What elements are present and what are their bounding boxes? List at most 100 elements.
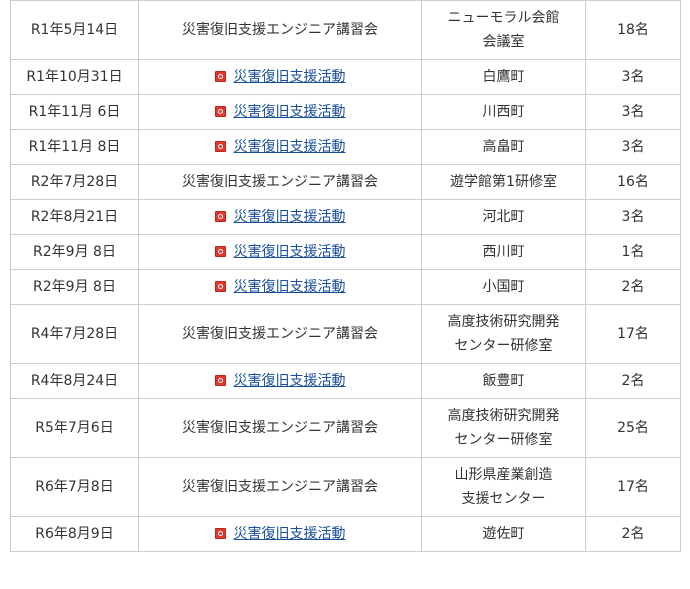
- activity-report-link[interactable]: 災害復旧支援活動: [234, 279, 346, 295]
- pdf-file-icon: [214, 71, 226, 82]
- activity-cell: 災害復旧支援エンジニア講習会: [138, 457, 422, 517]
- place-line: 西川町: [482, 244, 525, 260]
- place-cell: 川西町: [421, 94, 586, 130]
- place-line: 小国町: [482, 279, 525, 295]
- table-row: R1年11月 6日 災害復旧支援活動 川西町 3名: [10, 94, 681, 130]
- table-row: R4年8月24日 災害復旧支援活動 飯豊町 2名: [10, 363, 681, 399]
- table-row: R1年11月 8日 災害復旧支援活動 高畠町 3名: [10, 129, 681, 165]
- participant-count-cell: 18名: [585, 0, 681, 60]
- place-cell: 遊佐町: [421, 516, 586, 552]
- pdf-file-icon: [214, 246, 226, 257]
- place-line: 飯豊町: [482, 373, 525, 389]
- activity-records-table: R1年5月14日 災害復旧支援エンジニア講習会 ニューモラル会館 会議室 18名 R1年1…: [10, 0, 681, 552]
- place-line: 山形県産業創造: [454, 467, 553, 483]
- date-cell: R1年11月 6日: [10, 94, 139, 130]
- date-cell: R1年5月14日: [10, 0, 139, 60]
- participant-count-cell: 2名: [585, 363, 681, 399]
- activity-label: 災害復旧支援エンジニア講習会: [182, 22, 378, 38]
- table-row: R1年5月14日 災害復旧支援エンジニア講習会 ニューモラル会館 会議室 18名: [10, 0, 681, 60]
- table-row: R2年9月 8日 災害復旧支援活動 小国町 2名: [10, 269, 681, 305]
- place-line: 遊佐町: [482, 526, 525, 542]
- participant-count-cell: 1名: [585, 234, 681, 270]
- place-cell: 高度技術研究開発 センター研修室: [421, 398, 586, 458]
- participant-count-cell: 3名: [585, 199, 681, 235]
- pdf-file-icon: [214, 106, 226, 117]
- activity-cell: 災害復旧支援活動: [138, 269, 422, 305]
- place-line: 高度技術研究開発: [447, 408, 560, 424]
- activity-report-link[interactable]: 災害復旧支援活動: [234, 69, 346, 85]
- activity-cell: 災害復旧支援活動: [138, 94, 422, 130]
- table-row: R4年7月28日 災害復旧支援エンジニア講習会 高度技術研究開発 センター研修室 17名: [10, 304, 681, 364]
- date-cell: R6年7月8日: [10, 457, 139, 517]
- place-cell: 飯豊町: [421, 363, 586, 399]
- records-table-body: R1年5月14日 災害復旧支援エンジニア講習会 ニューモラル会館 会議室 18名 R1年1…: [10, 0, 681, 552]
- participant-count-cell: 2名: [585, 269, 681, 305]
- activity-cell: 災害復旧支援エンジニア講習会: [138, 164, 422, 200]
- participant-count-cell: 25名: [585, 398, 681, 458]
- place-cell: ニューモラル会館 会議室: [421, 0, 586, 60]
- activity-report-link[interactable]: 災害復旧支援活動: [234, 526, 346, 542]
- place-line: 支援センター: [461, 491, 546, 507]
- activity-label: 災害復旧支援エンジニア講習会: [182, 326, 378, 342]
- activity-report-link[interactable]: 災害復旧支援活動: [234, 209, 346, 225]
- activity-cell: 災害復旧支援エンジニア講習会: [138, 398, 422, 458]
- table-row: R2年8月21日 災害復旧支援活動 河北町 3名: [10, 199, 681, 235]
- table-row: R6年8月9日 災害復旧支援活動 遊佐町 2名: [10, 516, 681, 552]
- place-line: 高畠町: [482, 139, 525, 155]
- activity-cell: 災害復旧支援活動: [138, 516, 422, 552]
- place-line: 川西町: [482, 104, 525, 120]
- activity-report-link[interactable]: 災害復旧支援活動: [234, 104, 346, 120]
- activity-cell: 災害復旧支援活動: [138, 199, 422, 235]
- date-cell: R4年8月24日: [10, 363, 139, 399]
- place-line: 遊学館第1研修室: [450, 174, 557, 190]
- place-line: 河北町: [482, 209, 525, 225]
- activity-cell: 災害復旧支援エンジニア講習会: [138, 304, 422, 364]
- table-row: R5年7月6日 災害復旧支援エンジニア講習会 高度技術研究開発 センター研修室 25名: [10, 398, 681, 458]
- table-row: R2年9月 8日 災害復旧支援活動 西川町 1名: [10, 234, 681, 270]
- place-cell: 小国町: [421, 269, 586, 305]
- activity-cell: 災害復旧支援活動: [138, 363, 422, 399]
- pdf-file-icon: [214, 528, 226, 539]
- activity-report-link[interactable]: 災害復旧支援活動: [234, 373, 346, 389]
- participant-count-cell: 3名: [585, 129, 681, 165]
- table-row: R6年7月8日 災害復旧支援エンジニア講習会 山形県産業創造 支援センター 17名: [10, 457, 681, 517]
- date-cell: R5年7月6日: [10, 398, 139, 458]
- date-cell: R2年8月21日: [10, 199, 139, 235]
- place-line: センター研修室: [454, 432, 553, 448]
- place-line: 白鷹町: [482, 69, 525, 85]
- date-cell: R1年11月 8日: [10, 129, 139, 165]
- place-cell: 山形県産業創造 支援センター: [421, 457, 586, 517]
- place-cell: 遊学館第1研修室: [421, 164, 586, 200]
- place-line: ニューモラル会館: [447, 10, 560, 26]
- activity-label: 災害復旧支援エンジニア講習会: [182, 479, 378, 495]
- pdf-file-icon: [214, 375, 226, 386]
- activity-cell: 災害復旧支援活動: [138, 234, 422, 270]
- activity-cell: 災害復旧支援活動: [138, 129, 422, 165]
- date-cell: R6年8月9日: [10, 516, 139, 552]
- participant-count-cell: 17名: [585, 304, 681, 364]
- activity-report-link[interactable]: 災害復旧支援活動: [234, 139, 346, 155]
- participant-count-cell: 17名: [585, 457, 681, 517]
- place-cell: 高畠町: [421, 129, 586, 165]
- activity-cell: 災害復旧支援活動: [138, 59, 422, 95]
- activity-report-link[interactable]: 災害復旧支援活動: [234, 244, 346, 260]
- table-row: R1年10月31日 災害復旧支援活動 白鷹町 3名: [10, 59, 681, 95]
- place-cell: 高度技術研究開発 センター研修室: [421, 304, 586, 364]
- pdf-file-icon: [214, 211, 226, 222]
- place-line: センター研修室: [454, 338, 553, 354]
- pdf-file-icon: [214, 281, 226, 292]
- activity-label: 災害復旧支援エンジニア講習会: [182, 420, 378, 436]
- participant-count-cell: 16名: [585, 164, 681, 200]
- participant-count-cell: 3名: [585, 94, 681, 130]
- activity-label: 災害復旧支援エンジニア講習会: [182, 174, 378, 190]
- place-line: 会議室: [482, 34, 525, 50]
- participant-count-cell: 3名: [585, 59, 681, 95]
- place-cell: 西川町: [421, 234, 586, 270]
- participant-count-cell: 2名: [585, 516, 681, 552]
- date-cell: R4年7月28日: [10, 304, 139, 364]
- date-cell: R2年9月 8日: [10, 234, 139, 270]
- date-cell: R2年7月28日: [10, 164, 139, 200]
- date-cell: R1年10月31日: [10, 59, 139, 95]
- activity-cell: 災害復旧支援エンジニア講習会: [138, 0, 422, 60]
- pdf-file-icon: [214, 141, 226, 152]
